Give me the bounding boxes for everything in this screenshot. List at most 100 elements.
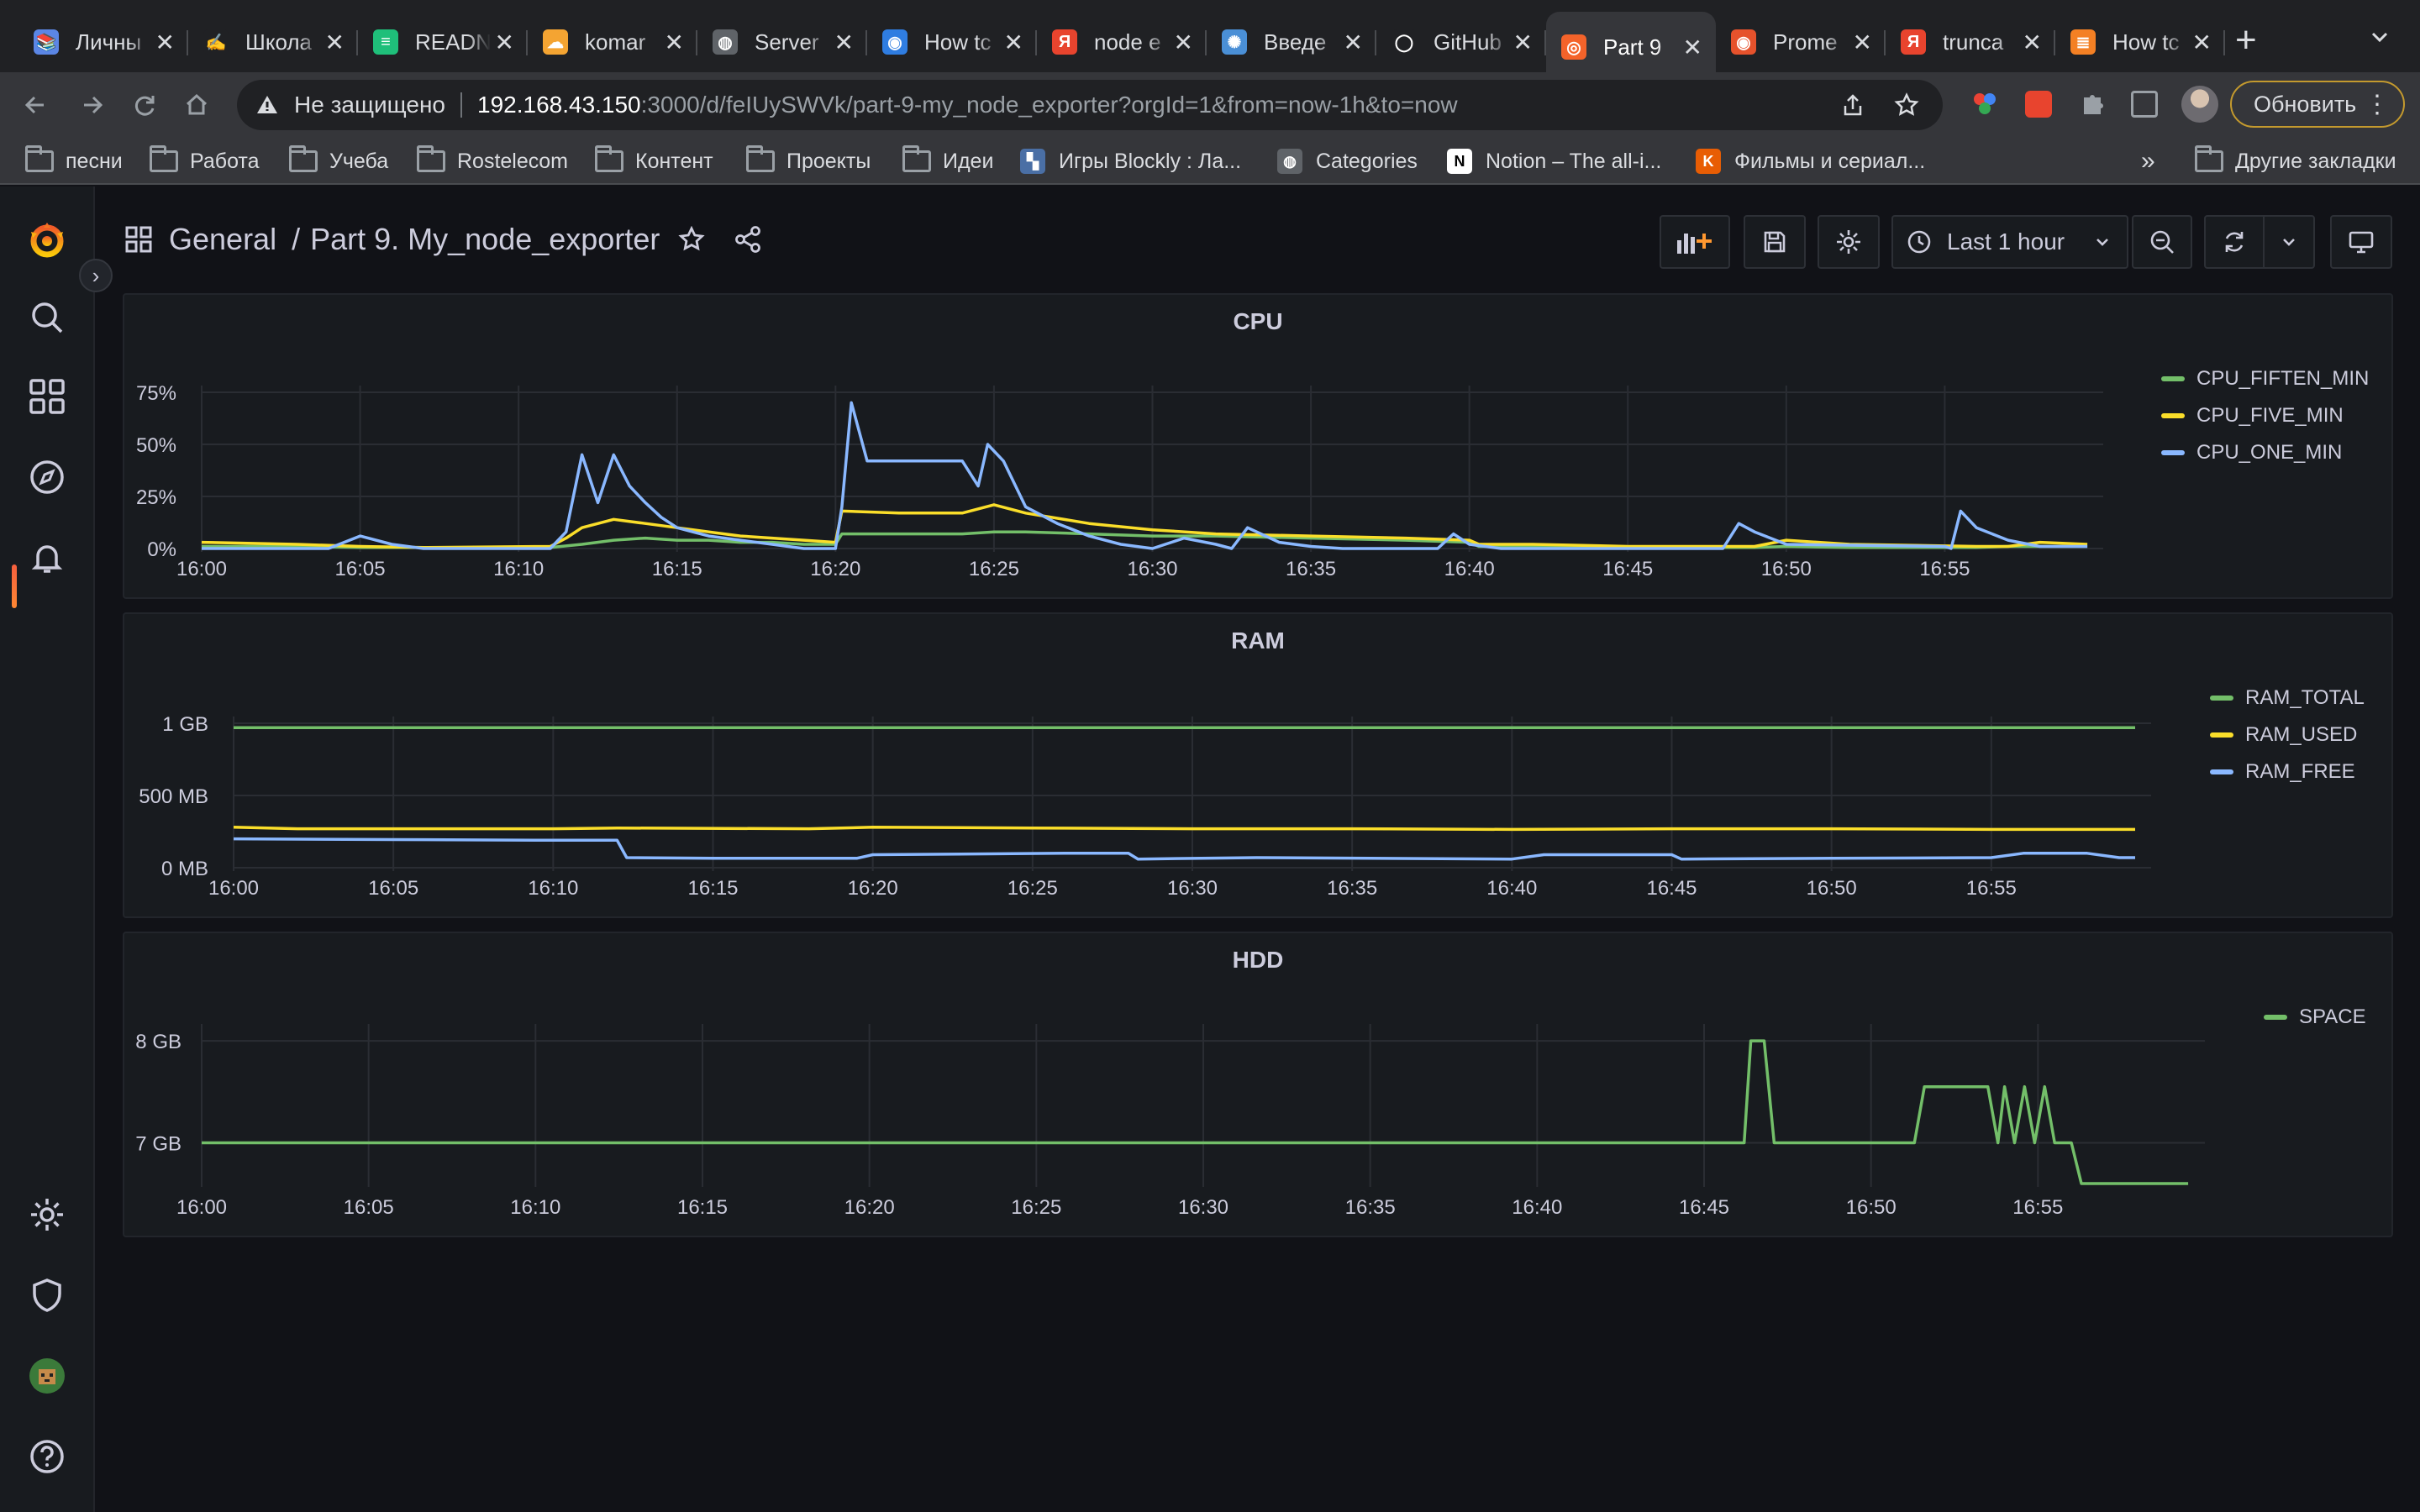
tab-close-icon[interactable]: ✕: [1174, 29, 1193, 56]
bookmark-folder[interactable]: Идеи: [902, 138, 993, 185]
folder-icon: [902, 145, 931, 172]
tab-title: Part 9: [1603, 34, 1662, 60]
bookmark-label: Notion – The all-i...: [1486, 149, 1662, 173]
legend-item[interactable]: RAM_TOTAL: [2210, 686, 2365, 710]
x-tick-label: 16:35: [1345, 1196, 1396, 1219]
ram-panel[interactable]: RAM 0 MB 500 MB 1 GB 16:00 16:05 16:10 16:15 16…: [123, 612, 2393, 918]
browser-tab[interactable]: Яtrunca ✕: [1886, 18, 2055, 66]
tab-close-icon[interactable]: ✕: [834, 29, 854, 56]
tab-close-icon[interactable]: ✕: [665, 29, 684, 56]
refresh-interval-dropdown[interactable]: [2263, 215, 2315, 269]
tab-close-icon[interactable]: ✕: [2023, 29, 2042, 56]
refresh-button[interactable]: [2204, 215, 2265, 269]
browser-tab[interactable]: ◉ Prome ✕: [1716, 18, 1886, 66]
dashboards-icon[interactable]: [25, 375, 69, 418]
time-range-picker[interactable]: Last 1 hour: [1891, 215, 2128, 269]
tab-close-icon[interactable]: ✕: [1853, 29, 1872, 56]
tab-search-chevron-icon[interactable]: [2368, 25, 2393, 50]
home-button[interactable]: [178, 87, 215, 123]
explore-compass-icon[interactable]: [25, 455, 69, 499]
legend-item[interactable]: RAM_FREE: [2210, 760, 2365, 784]
browser-tab[interactable]: ☁ komar ✕: [528, 18, 697, 66]
legend-swatch: [2210, 696, 2233, 701]
add-panel-button[interactable]: [1660, 215, 1730, 269]
view-mode-button[interactable]: [2330, 215, 2392, 269]
browser-tab[interactable]: Яnode e ✕: [1037, 18, 1207, 66]
bookmarks-overflow-button[interactable]: »: [2141, 138, 2155, 185]
browser-tab[interactable]: ✺ Введе ✕: [1207, 18, 1376, 66]
bookmark-folder[interactable]: Rostelecom: [417, 138, 568, 185]
series-line-cpu-five-min[interactable]: [201, 503, 2088, 549]
bookmark-item[interactable]: ▚ Игры Blockly : Ла...: [1020, 138, 1241, 185]
browser-tab[interactable]: ◯ GitHub ✕: [1376, 18, 1546, 66]
update-button[interactable]: Обновить ⋮: [2230, 81, 2405, 128]
breadcrumb-folder[interactable]: General: [169, 222, 276, 257]
series-line-space[interactable]: [202, 1039, 2189, 1185]
x-tick-label: 16:05: [344, 1196, 394, 1219]
address-bar[interactable]: Не защищено 192.168.43.150 :3000/d/feIUy…: [237, 80, 1943, 130]
profile-avatar[interactable]: [2181, 86, 2218, 123]
server-admin-shield-icon[interactable]: [25, 1273, 69, 1317]
hdd-panel[interactable]: HDD 7 GB 8 GB 16:00 16:05 16:10 16:15 16:20 16:…: [123, 932, 2393, 1237]
browser-tab[interactable]: ✍ Школа ✕: [188, 18, 358, 66]
sidepanel-icon[interactable]: [2131, 91, 2158, 118]
tab-close-icon[interactable]: ✕: [1513, 29, 1533, 56]
bookmark-item[interactable]: ◍ Categories: [1277, 138, 1418, 185]
extensions-puzzle-icon[interactable]: [2077, 89, 2107, 119]
new-tab-button[interactable]: +: [2235, 22, 2257, 59]
browser-tab[interactable]: 📚 Личны ✕: [18, 18, 188, 66]
extension-icon-1[interactable]: [1971, 91, 1998, 118]
browser-tab[interactable]: ◍ Server ✕: [697, 18, 867, 66]
star-icon[interactable]: [678, 226, 705, 253]
bookmark-folder[interactable]: Проекты: [746, 138, 871, 185]
bookmark-folder[interactable]: Учеба: [289, 138, 388, 185]
browser-tab[interactable]: ◉ How tc ✕: [867, 18, 1037, 66]
save-dashboard-button[interactable]: [1744, 215, 1806, 269]
other-bookmarks-folder[interactable]: Другие закладки: [2195, 138, 2396, 185]
bookmark-star-icon[interactable]: [1894, 92, 1919, 118]
forward-button[interactable]: [74, 87, 111, 123]
legend-swatch: [2161, 413, 2185, 418]
search-icon[interactable]: [25, 296, 69, 339]
folder-icon: [289, 145, 318, 172]
alerting-bell-icon[interactable]: [25, 536, 69, 580]
bookmark-folder[interactable]: Контент: [595, 138, 713, 185]
bookmark-item[interactable]: K Фильмы и сериал...: [1696, 138, 1925, 185]
reload-button[interactable]: [126, 87, 163, 123]
zoom-out-button[interactable]: [2132, 215, 2192, 269]
series-line-ram-used[interactable]: [233, 826, 2135, 832]
bookmark-item[interactable]: N Notion – The all-i...: [1447, 138, 1661, 185]
series-line-cpu-one-min[interactable]: [202, 401, 2088, 550]
bookmark-folder[interactable]: песни: [25, 138, 123, 185]
tab-close-icon[interactable]: ✕: [1683, 34, 1702, 61]
dashboard-settings-button[interactable]: [1818, 215, 1880, 269]
legend-item[interactable]: CPU_FIFTEN_MIN: [2161, 367, 2369, 391]
tab-close-icon[interactable]: ✕: [155, 29, 175, 56]
tab-close-icon[interactable]: ✕: [495, 29, 514, 56]
tab-close-icon[interactable]: ✕: [1344, 29, 1363, 56]
tab-close-icon[interactable]: ✕: [325, 29, 345, 56]
back-button[interactable]: [17, 87, 54, 123]
browser-tab[interactable]: ≣ How tc ✕: [2055, 18, 2225, 66]
bookmark-folder[interactable]: Работа: [150, 138, 260, 185]
configuration-gear-icon[interactable]: [25, 1193, 69, 1236]
user-avatar[interactable]: [25, 1354, 69, 1398]
help-icon[interactable]: [25, 1435, 69, 1478]
x-tick-label: 16:35: [1327, 877, 1377, 900]
tab-title: How tc: [924, 29, 992, 55]
legend-item[interactable]: CPU_FIVE_MIN: [2161, 404, 2369, 428]
share-icon[interactable]: [1840, 92, 1865, 118]
dashboard-title[interactable]: Part 9. My_node_exporter: [310, 222, 660, 257]
tab-close-icon[interactable]: ✕: [1004, 29, 1023, 56]
extension-icon-2[interactable]: [2025, 91, 2052, 118]
expand-menu-chevron-icon[interactable]: ›: [79, 259, 113, 292]
cpu-panel[interactable]: CPU 0% 25% 50% 75% 16:00 16:05 16:10 16:15 16:20…: [123, 293, 2393, 599]
legend-item[interactable]: RAM_USED: [2210, 723, 2365, 747]
series-line-ram-free[interactable]: [233, 837, 2135, 861]
legend-item[interactable]: CPU_ONE_MIN: [2161, 441, 2369, 465]
tab-close-icon[interactable]: ✕: [2192, 29, 2212, 56]
legend-item[interactable]: SPACE: [2264, 1005, 2366, 1029]
browser-tab[interactable]: ≡ READN ✕: [358, 18, 528, 66]
share-nodes-icon[interactable]: [734, 225, 762, 254]
grafana-logo[interactable]: [25, 218, 69, 262]
